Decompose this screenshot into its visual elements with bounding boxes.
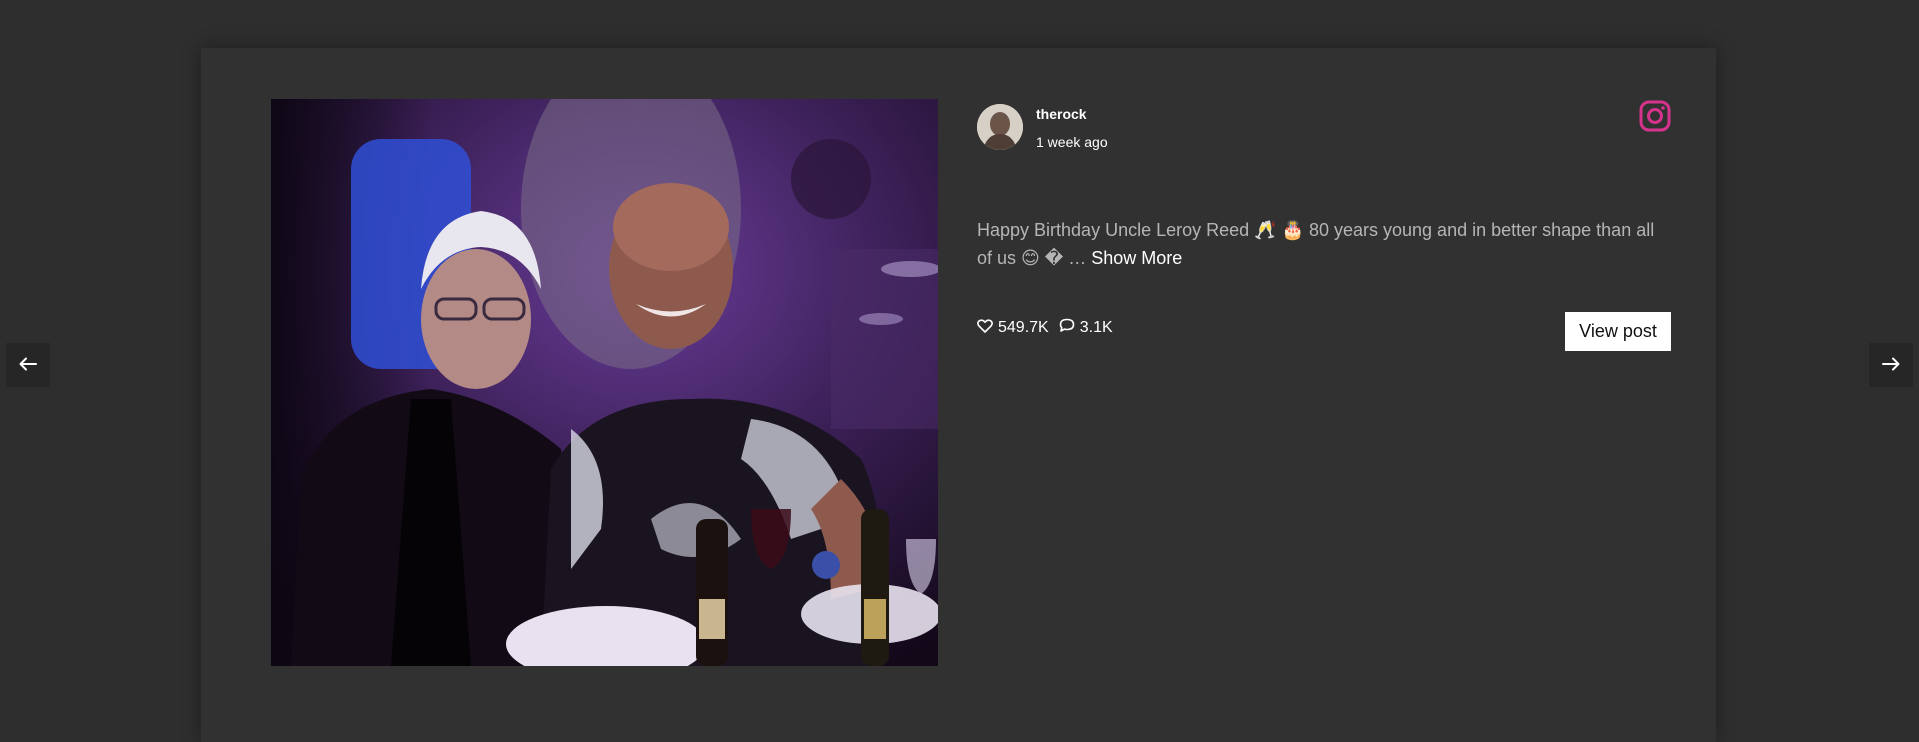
post-modal: therock 1 week ago Happy Birthday Uncle … <box>201 48 1716 742</box>
likes-count: 549.7K <box>998 319 1049 336</box>
avatar[interactable] <box>977 104 1023 150</box>
instagram-icon[interactable] <box>1639 100 1671 132</box>
show-more-link[interactable]: Show More <box>1091 248 1182 268</box>
post-caption: Happy Birthday Uncle Leroy Reed 🥂 🎂 80 y… <box>977 216 1667 272</box>
post-photo <box>271 99 938 666</box>
comment-bubble-icon <box>1059 318 1080 338</box>
heart-icon <box>977 318 998 338</box>
previous-post-button[interactable] <box>6 343 50 387</box>
arrow-left-icon <box>19 357 37 374</box>
username[interactable]: therock <box>1036 106 1087 122</box>
likes-stat: 549.7K <box>977 318 1049 338</box>
view-post-button[interactable]: View post <box>1565 312 1671 351</box>
next-post-button[interactable] <box>1869 343 1913 387</box>
caption-text: Happy Birthday Uncle Leroy Reed 🥂 🎂 80 y… <box>977 220 1655 268</box>
post-stats: 549.7K 3.1K <box>977 318 1123 338</box>
comments-count: 3.1K <box>1079 319 1113 336</box>
post-timestamp: 1 week ago <box>1036 134 1108 150</box>
comments-stat: 3.1K <box>1059 318 1113 338</box>
arrow-right-icon <box>1882 357 1900 374</box>
